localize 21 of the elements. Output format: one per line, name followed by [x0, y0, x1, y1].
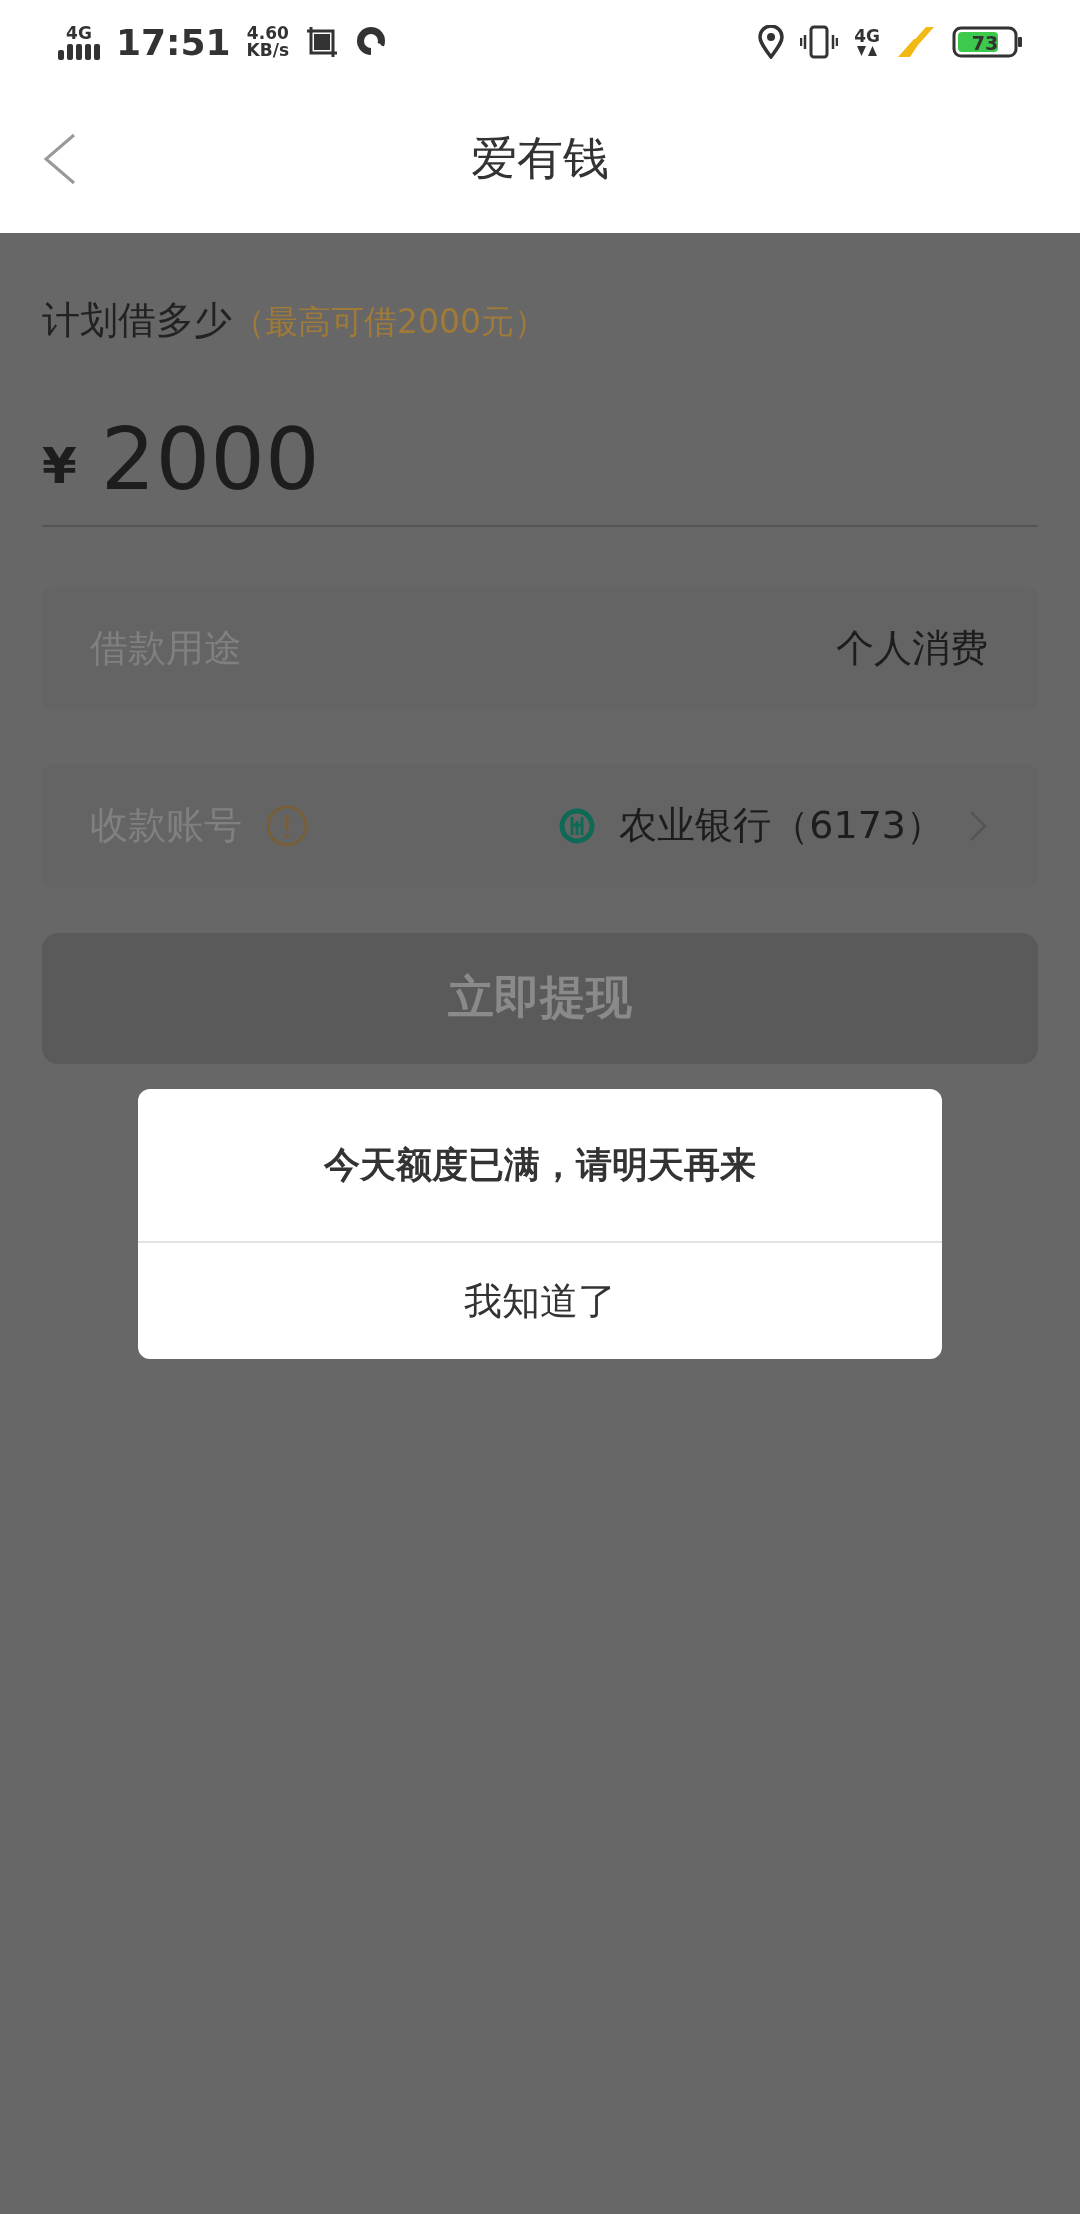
amount-field[interactable]: ¥ 2000 — [42, 412, 1038, 527]
bank-logo-icon — [559, 807, 596, 844]
clock-time: 17:51 — [116, 21, 231, 63]
vibrate-icon — [800, 25, 839, 59]
speed-unit: KB/s — [246, 42, 290, 59]
row-value: 农业银行（6173） — [619, 802, 944, 850]
charging-bolt-icon — [896, 25, 936, 59]
network-type: 4G — [66, 24, 92, 42]
dialog-message: 今天额度已满，请明天再来 — [138, 1089, 942, 1243]
confirm-button[interactable]: 我知道了 — [138, 1243, 942, 1359]
amount-label: 计划借多少 — [42, 297, 232, 344]
data-arrows-icon — [856, 44, 879, 57]
mobile-data-type: 4G — [854, 27, 880, 45]
signal-icon — [58, 41, 100, 60]
screenshot-icon — [305, 25, 340, 59]
max-amount-hint: （最高可借2000元） — [232, 301, 547, 343]
info-icon — [266, 804, 308, 847]
page-title: 爱有钱 — [471, 129, 609, 187]
location-icon — [758, 25, 785, 59]
network-speed: 4.60 — [246, 25, 289, 42]
row-value: 个人消费 — [836, 625, 988, 673]
